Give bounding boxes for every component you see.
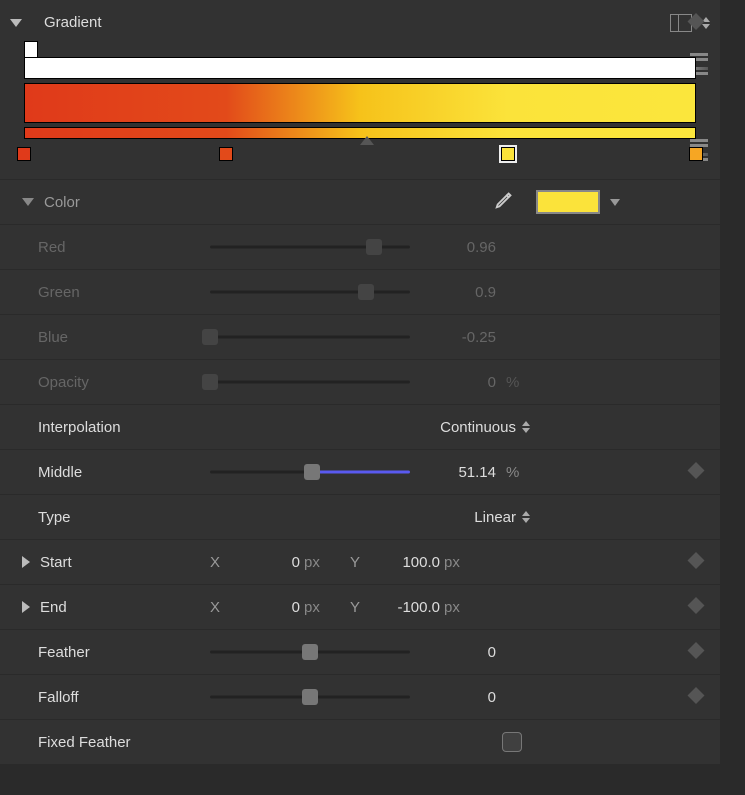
eyedropper-icon[interactable] (494, 188, 516, 216)
interpolation-row: Interpolation Continuous (0, 404, 720, 449)
keyframe-icon[interactable] (688, 642, 705, 659)
param-unit: px (440, 554, 470, 571)
color-gradient-bar[interactable] (24, 83, 696, 123)
color-stop-handle[interactable] (17, 147, 31, 161)
param-value[interactable]: 0 (410, 374, 500, 391)
param-unit: % (500, 464, 530, 481)
param-label: Type (10, 509, 210, 526)
disclosure-triangle-icon[interactable] (22, 198, 34, 206)
param-label: Falloff (10, 689, 210, 706)
slider-thumb[interactable] (358, 284, 374, 300)
select-arrows-icon (522, 421, 530, 433)
param-label: Opacity (10, 374, 210, 391)
green-slider[interactable] (210, 282, 410, 302)
param-value[interactable]: -0.25 (410, 329, 500, 346)
start-x-value[interactable]: 0 (230, 554, 300, 571)
axis-label: X (210, 599, 230, 616)
end-x-value[interactable]: 0 (230, 599, 300, 616)
slider-thumb[interactable] (302, 644, 318, 660)
param-label: Middle (10, 464, 210, 481)
select-arrows-icon (522, 511, 530, 523)
blue-slider[interactable] (210, 327, 410, 347)
color-well[interactable] (536, 190, 600, 214)
blue-row: Blue -0.25 (0, 314, 720, 359)
opacity-slider[interactable] (210, 372, 410, 392)
falloff-slider[interactable] (210, 687, 410, 707)
middle-row: Middle 51.14 % (0, 449, 720, 494)
axis-label: Y (350, 599, 370, 616)
red-slider[interactable] (210, 237, 410, 257)
param-label: Color (44, 194, 244, 211)
color-stop-track[interactable] (24, 139, 696, 161)
select-value: Linear (474, 509, 516, 526)
param-label: End (40, 599, 210, 616)
opacity-gradient-bar[interactable] (24, 57, 696, 79)
select-value: Continuous (440, 419, 516, 436)
midpoint-handle[interactable] (360, 136, 374, 145)
color-row: Color (0, 179, 720, 224)
slider-thumb[interactable] (202, 374, 218, 390)
keyframe-icon[interactable] (688, 687, 705, 704)
param-value[interactable]: 0 (410, 689, 500, 706)
param-value[interactable]: 51.14 (410, 464, 500, 481)
param-label: Red (10, 239, 210, 256)
color-stop-handle[interactable] (689, 147, 703, 161)
green-row: Green 0.9 (0, 269, 720, 314)
disclosure-triangle-icon[interactable] (22, 556, 30, 568)
slider-thumb[interactable] (202, 329, 218, 345)
param-value[interactable]: 0.9 (410, 284, 500, 301)
falloff-row: Falloff 0 (0, 674, 720, 719)
keyframe-icon[interactable] (688, 462, 705, 479)
param-unit: % (500, 374, 530, 391)
gradient-editor (0, 45, 720, 179)
start-y-value[interactable]: 100.0 (370, 554, 440, 571)
axis-label: Y (350, 554, 370, 571)
gradient-header: Gradient (0, 0, 720, 45)
keyframe-icon[interactable] (688, 552, 705, 569)
param-unit: px (300, 554, 330, 571)
param-label: Feather (10, 644, 210, 661)
axis-label: X (210, 554, 230, 571)
param-label: Fixed Feather (10, 734, 210, 751)
section-title: Gradient (32, 14, 232, 31)
end-row: End X 0 px Y -100.0 px (0, 584, 720, 629)
param-label: Start (40, 554, 210, 571)
keyframe-icon[interactable] (688, 13, 705, 30)
type-select[interactable]: Linear (410, 509, 530, 526)
param-label: Interpolation (10, 419, 210, 436)
slider-thumb[interactable] (304, 464, 320, 480)
param-unit: px (300, 599, 330, 616)
param-unit: px (440, 599, 470, 616)
middle-slider[interactable] (210, 462, 410, 482)
slider-thumb[interactable] (302, 689, 318, 705)
type-row: Type Linear (0, 494, 720, 539)
chevron-down-icon[interactable] (610, 199, 620, 206)
param-value[interactable]: 0 (410, 644, 500, 661)
feather-row: Feather 0 (0, 629, 720, 674)
start-row: Start X 0 px Y 100.0 px (0, 539, 720, 584)
color-stop-handle[interactable] (219, 147, 233, 161)
keyframe-icon[interactable] (688, 597, 705, 614)
interpolation-select[interactable]: Continuous (410, 419, 530, 436)
param-label: Blue (10, 329, 210, 346)
red-row: Red 0.96 (0, 224, 720, 269)
param-label: Green (10, 284, 210, 301)
feather-slider[interactable] (210, 642, 410, 662)
param-value[interactable]: 0.96 (410, 239, 500, 256)
disclosure-triangle-icon[interactable] (10, 19, 22, 27)
slider-thumb[interactable] (366, 239, 382, 255)
fixed-feather-row: Fixed Feather (0, 719, 720, 764)
color-stop-handle[interactable] (501, 147, 515, 161)
end-y-value[interactable]: -100.0 (370, 599, 440, 616)
disclosure-triangle-icon[interactable] (22, 601, 30, 613)
fixed-feather-checkbox[interactable] (502, 732, 522, 752)
opacity-row: Opacity 0 % (0, 359, 720, 404)
